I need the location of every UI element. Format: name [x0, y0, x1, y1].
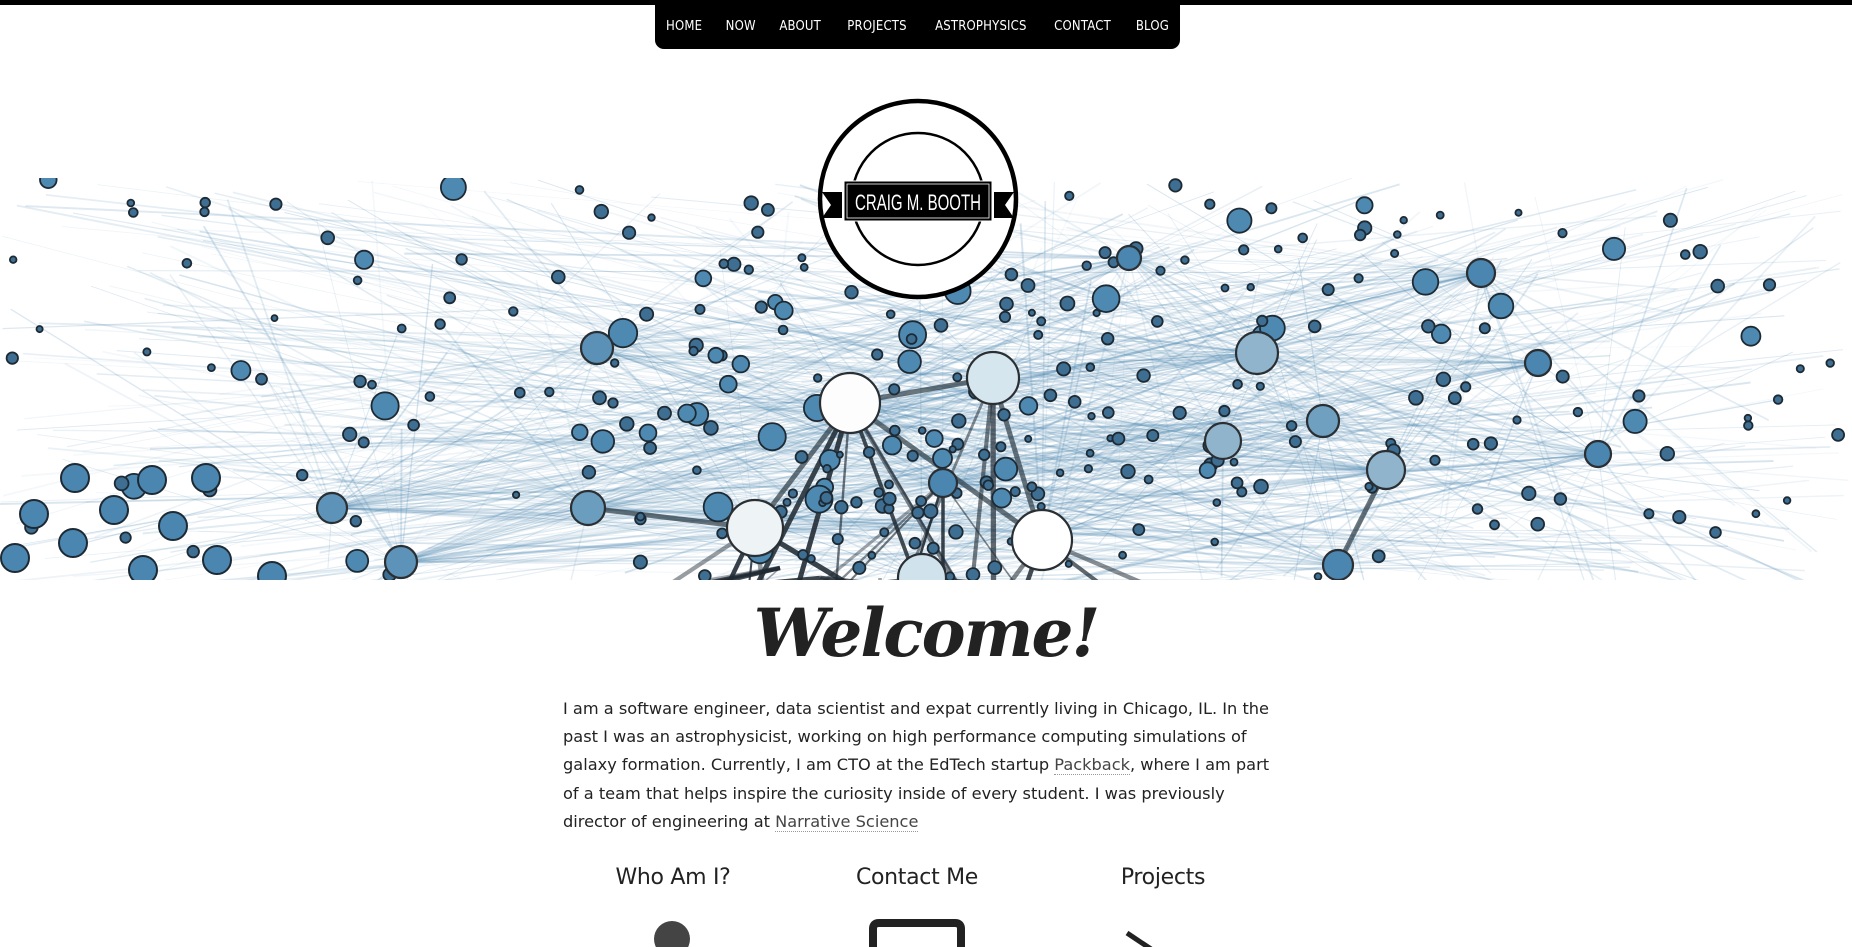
main-nav: HOME NOW ABOUT PROJECTS ASTROPHYSICS CON… — [655, 0, 1180, 49]
person-icon — [654, 921, 690, 947]
nav-astrophysics-link[interactable]: ASTROPHYSICS — [935, 19, 1027, 34]
page-title: Welcome! — [753, 594, 1101, 672]
nav-now-link[interactable]: NOW — [726, 19, 756, 34]
code-icon — [1125, 930, 1153, 947]
nav-home-link[interactable]: HOME — [666, 19, 702, 34]
section-projects[interactable]: Projects — [1053, 865, 1273, 947]
nav-projects-link[interactable]: PROJECTS — [847, 19, 906, 34]
narrative-science-link[interactable]: Narrative Science — [775, 811, 919, 832]
sections-row: Who Am I? Contact Me Projects — [563, 865, 1283, 947]
section-title: Who Am I? — [615, 865, 731, 890]
intro-paragraph: I am a software engineer, data scientist… — [563, 695, 1273, 836]
section-who-am-i[interactable]: Who Am I? — [563, 865, 783, 947]
nav-about-link[interactable]: ABOUT — [780, 19, 822, 34]
section-title: Projects — [1120, 865, 1206, 890]
envelope-icon — [869, 919, 965, 947]
logo-text: CRAIG M. BOOTH — [855, 190, 981, 215]
section-contact-me[interactable]: Contact Me — [807, 865, 1027, 947]
nav-contact-link[interactable]: CONTACT — [1055, 19, 1112, 34]
packback-link[interactable]: Packback — [1054, 755, 1130, 776]
nav-blog-link[interactable]: BLOG — [1136, 19, 1169, 34]
section-title: Contact Me — [855, 865, 979, 890]
logo-badge-icon: CRAIG M. BOOTH — [817, 98, 1019, 300]
site-logo[interactable]: CRAIG M. BOOTH — [817, 98, 1021, 302]
